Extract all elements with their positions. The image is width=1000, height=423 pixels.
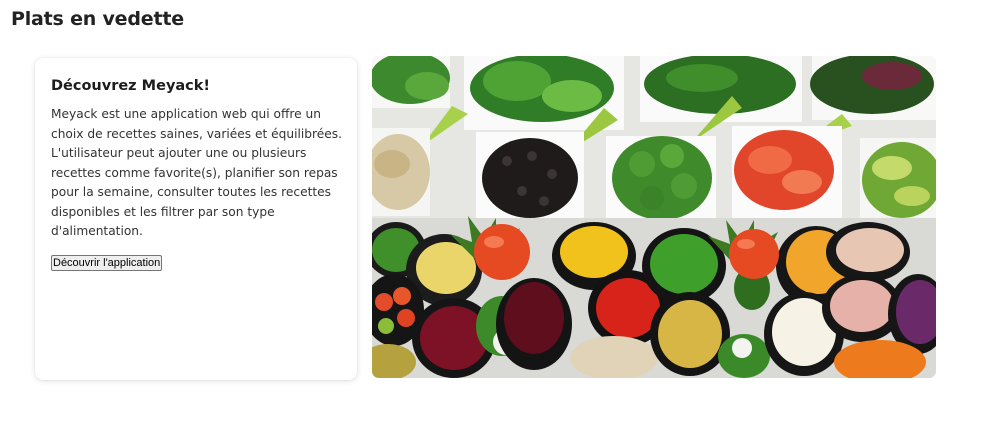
bottom-bowls <box>372 216 936 378</box>
vegetables-illustration <box>372 56 936 378</box>
section-title: Plats en vedette <box>11 8 184 30</box>
featured-card: Découvrez Meyack! Meyack est une applica… <box>35 58 357 380</box>
card-title: Découvrez Meyack! <box>51 78 211 94</box>
salad-bar-image <box>372 56 936 378</box>
card-description: Meyack est une application web qui offre… <box>51 107 342 238</box>
discover-app-button[interactable]: Découvrir l'application <box>51 254 163 271</box>
